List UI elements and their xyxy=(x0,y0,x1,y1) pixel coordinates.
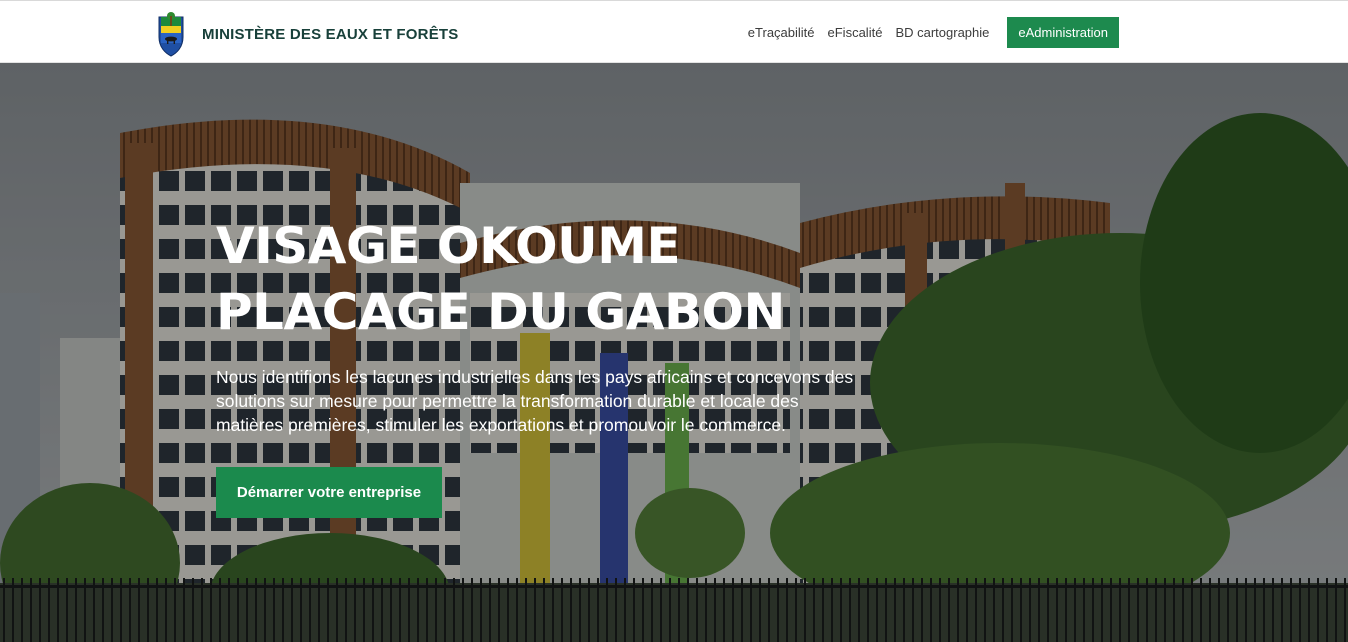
gabon-coat-of-arms-icon xyxy=(158,12,184,57)
hero-title-line-2: PLACAGE DU GABON xyxy=(216,283,785,341)
hero-description: Nous identifions les lacunes industriell… xyxy=(216,367,854,435)
brand-link[interactable]: MINISTÈRE DES EAUX ET FORÊTS xyxy=(156,11,458,57)
nav-link-etracabilite[interactable]: eTraçabilité xyxy=(748,25,815,40)
hero-overlay xyxy=(0,63,1348,642)
hero-title-line-1: VISAGE OKOUME xyxy=(216,217,681,275)
top-navbar: MINISTÈRE DES EAUX ET FORÊTS eTraçabilit… xyxy=(0,0,1348,63)
start-business-button[interactable]: Démarrer votre entreprise xyxy=(216,467,442,518)
hero-title: VISAGE OKOUME PLACAGE DU GABON xyxy=(216,213,916,345)
hero-section: VISAGE OKOUME PLACAGE DU GABON Nous iden… xyxy=(0,63,1348,642)
main-nav: eTraçabilité eFiscalité BD cartographie … xyxy=(748,17,1119,48)
eadministration-button[interactable]: eAdministration xyxy=(1007,17,1119,48)
ministry-name: MINISTÈRE DES EAUX ET FORÊTS xyxy=(202,25,459,43)
nav-link-bd-cartographie[interactable]: BD cartographie xyxy=(895,25,989,40)
nav-link-efiscalite[interactable]: eFiscalité xyxy=(828,25,883,40)
